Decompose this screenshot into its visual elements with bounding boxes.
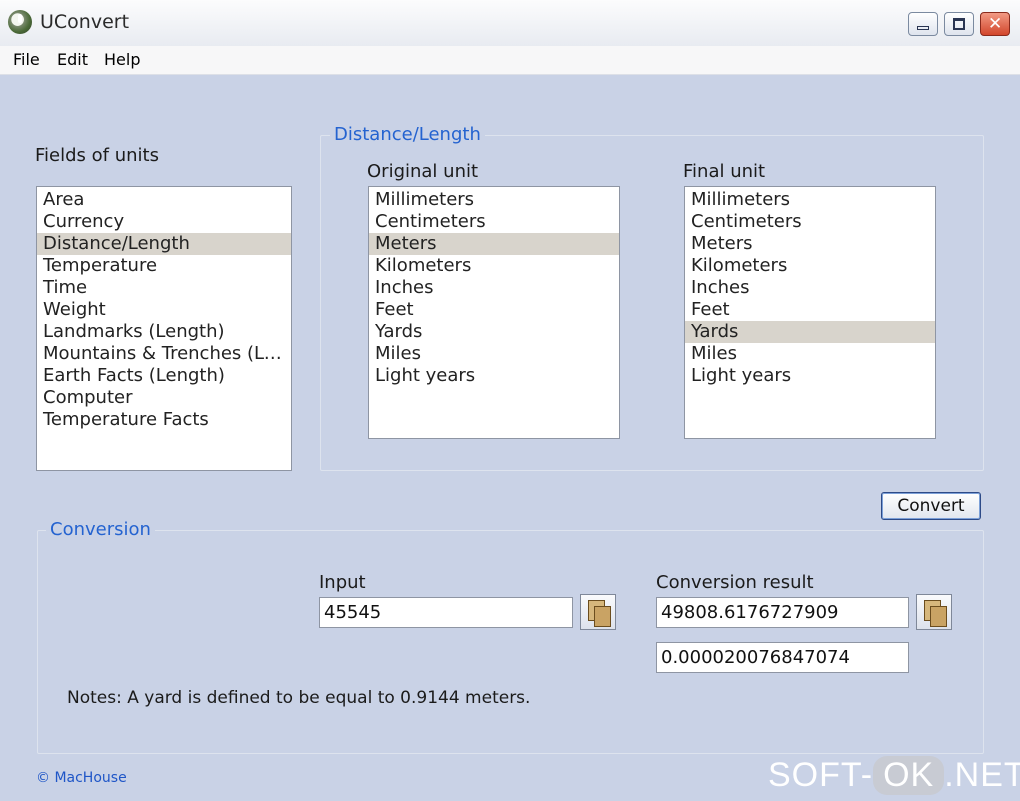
final-unit-label: Final unit (683, 161, 766, 182)
maximize-icon (953, 18, 965, 30)
list-item[interactable]: Temperature (37, 255, 291, 277)
list-item[interactable]: Inches (685, 277, 935, 299)
list-item[interactable]: Landmarks (Length) (37, 321, 291, 343)
list-item[interactable]: Currency (37, 211, 291, 233)
result-field[interactable]: 49808.6176727909 (656, 597, 909, 628)
fields-listbox[interactable]: Area Currency Distance/Length Temperature Ti… (36, 186, 292, 471)
window-title: UConvert (40, 11, 130, 33)
final-unit-listbox[interactable]: Millimeters Centimeters Meters Kilometers In… (684, 186, 936, 439)
list-item[interactable]: Earth Facts (Length) (37, 365, 291, 387)
menu-file[interactable]: File (13, 50, 40, 69)
title-bar: UConvert ✕ (0, 0, 1020, 47)
copyright-link[interactable]: © MacHouse (36, 770, 127, 786)
distance-group-title: Distance/Length (330, 124, 485, 145)
minimize-icon (917, 26, 929, 30)
copy-input-button[interactable] (580, 594, 616, 630)
list-item[interactable]: Light years (369, 365, 619, 387)
fields-label: Fields of units (35, 145, 159, 166)
notes-text: Notes: A yard is defined to be equal to … (67, 688, 531, 708)
list-item[interactable]: Distance/Length (37, 233, 291, 255)
list-item[interactable]: Computer (37, 387, 291, 409)
app-logo-icon (8, 10, 32, 34)
input-label: Input (319, 572, 366, 593)
maximize-button[interactable] (944, 12, 974, 36)
result-label: Conversion result (656, 572, 814, 593)
conversion-group-title: Conversion (46, 519, 155, 540)
result-secondary-field[interactable]: 0.000020076847074 (656, 642, 909, 673)
list-item[interactable]: Yards (685, 321, 935, 343)
app-window: UConvert ✕ File Edit Help Fields of unit… (0, 0, 1020, 801)
watermark-left: SOFT- (768, 756, 874, 794)
list-item[interactable]: Light years (685, 365, 935, 387)
list-item[interactable]: Time (37, 277, 291, 299)
menu-bar: File Edit Help (0, 46, 1020, 75)
convert-button[interactable]: Convert (881, 492, 981, 520)
list-item[interactable]: Kilometers (369, 255, 619, 277)
list-item[interactable]: Centimeters (369, 211, 619, 233)
menu-edit[interactable]: Edit (57, 50, 88, 69)
list-item[interactable]: Feet (685, 299, 935, 321)
list-item[interactable]: Miles (369, 343, 619, 365)
input-field[interactable]: 45545 (319, 597, 573, 628)
list-item[interactable]: Kilometers (685, 255, 935, 277)
list-item[interactable]: Millimeters (685, 189, 935, 211)
list-item[interactable]: Feet (369, 299, 619, 321)
copy-result-button[interactable] (916, 594, 952, 630)
list-item[interactable]: Centimeters (685, 211, 935, 233)
close-button[interactable]: ✕ (980, 12, 1010, 36)
watermark-right: .NET (944, 756, 1020, 794)
list-item[interactable]: Mountains & Trenches (Le… (37, 343, 291, 365)
list-item[interactable]: Yards (369, 321, 619, 343)
original-unit-listbox[interactable]: Millimeters Centimeters Meters Kilometers In… (368, 186, 620, 439)
list-item[interactable]: Inches (369, 277, 619, 299)
watermark-middle: OK (873, 756, 945, 795)
original-unit-label: Original unit (367, 161, 479, 182)
list-item[interactable]: Temperature Facts (37, 409, 291, 431)
list-item[interactable]: Miles (685, 343, 935, 365)
list-item[interactable]: Millimeters (369, 189, 619, 211)
list-item[interactable]: Meters (369, 233, 619, 255)
minimize-button[interactable] (908, 12, 938, 36)
list-item[interactable]: Weight (37, 299, 291, 321)
list-item[interactable]: Meters (685, 233, 935, 255)
close-icon: ✕ (988, 14, 1003, 34)
menu-help[interactable]: Help (104, 50, 140, 69)
watermark: SOFT- OK .NET (768, 756, 1020, 795)
list-item[interactable]: Area (37, 189, 291, 211)
